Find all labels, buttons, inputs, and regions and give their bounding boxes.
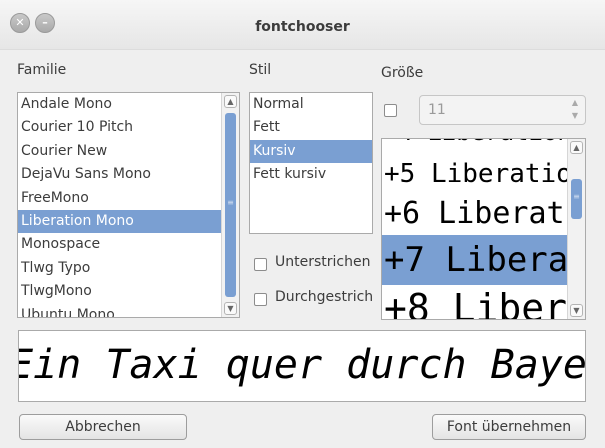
family-list-item[interactable]: Monospace: [18, 233, 221, 256]
family-list[interactable]: Andale Mono Courier 10 Pitch Courier New De…: [17, 92, 240, 318]
family-list-item[interactable]: FreeMono: [18, 187, 221, 210]
scrollbar-thumb[interactable]: ≡: [225, 113, 236, 297]
family-list-item[interactable]: Andale Mono: [18, 93, 221, 116]
scroll-down-icon[interactable]: ▼: [224, 302, 237, 315]
spin-up-icon[interactable]: ▲: [570, 98, 580, 107]
scrollbar-thumb[interactable]: ≡: [571, 179, 582, 219]
family-list-scrollbar[interactable]: ▲ ≡ ▼: [221, 93, 239, 317]
style-list[interactable]: Normal Fett Kursiv Fett kursiv: [249, 92, 373, 234]
family-list-item[interactable]: Courier 10 Pitch: [18, 116, 221, 139]
size-list-item[interactable]: +6 Liberation: [382, 193, 567, 235]
strikethrough-label: Durchgestrichen: [275, 289, 373, 305]
family-label: Familie: [17, 62, 67, 78]
style-list-item[interactable]: Kursiv: [250, 139, 372, 164]
style-list-item[interactable]: Normal: [250, 93, 372, 116]
size-list[interactable]: +4 Liberation+5 Liberation+6 Liberation+…: [381, 138, 586, 320]
strikethrough-checkbox[interactable]: [254, 293, 267, 306]
scroll-down-icon[interactable]: ▼: [570, 304, 583, 317]
underline-checkbox[interactable]: [254, 258, 267, 271]
window-title: fontchooser: [255, 19, 350, 35]
size-spinbutton[interactable]: 11 ▲ ▼: [419, 95, 586, 125]
size-list-item[interactable]: +7 Liberation: [382, 235, 567, 285]
style-list-item[interactable]: Fett: [250, 116, 372, 139]
scroll-up-icon[interactable]: ▲: [224, 95, 237, 108]
size-value: 11: [428, 102, 446, 118]
size-list-item[interactable]: +8 Liberation: [382, 285, 567, 319]
scroll-up-icon[interactable]: ▲: [570, 141, 583, 154]
cancel-button[interactable]: Abbrechen: [19, 414, 187, 440]
title-bar: ✕ – fontchooser: [0, 0, 605, 50]
preview-text: Ein Taxi quer durch Bayern: [18, 342, 586, 388]
size-list-scrollbar[interactable]: ▲ ≡ ▼: [567, 139, 585, 319]
style-label: Stil: [249, 62, 272, 78]
font-preview: Ein Taxi quer durch Bayern: [18, 330, 586, 402]
size-checkbox[interactable]: [384, 104, 397, 117]
family-list-item[interactable]: DejaVu Sans Mono: [18, 163, 221, 186]
size-label: Größe: [381, 65, 424, 81]
family-list-item[interactable]: Liberation Mono: [18, 209, 221, 234]
style-list-item[interactable]: Fett kursiv: [250, 163, 372, 186]
apply-font-button[interactable]: Font übernehmen: [432, 414, 586, 440]
family-list-item[interactable]: Ubuntu Mono: [18, 304, 221, 317]
underline-label: Unterstrichen: [275, 254, 371, 270]
family-list-item[interactable]: TlwgMono: [18, 280, 221, 303]
size-list-item[interactable]: +4 Liberation: [382, 139, 567, 155]
spin-down-icon[interactable]: ▼: [570, 111, 580, 120]
family-list-item[interactable]: Tlwg Typo: [18, 257, 221, 280]
size-list-item[interactable]: +5 Liberation: [382, 155, 567, 193]
family-list-item[interactable]: Courier New: [18, 140, 221, 163]
